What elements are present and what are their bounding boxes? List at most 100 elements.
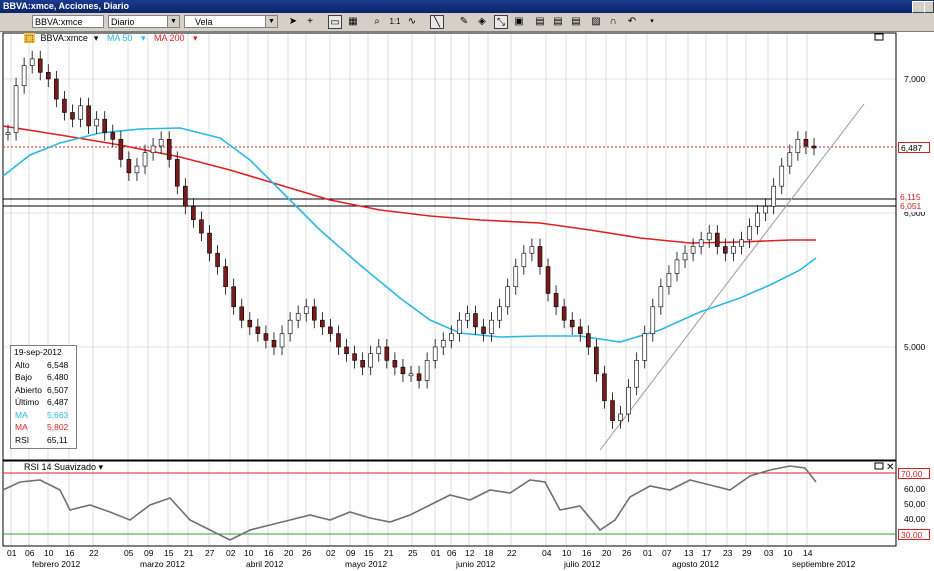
rsi-line (2, 465, 817, 541)
candle-body (54, 78, 59, 100)
info-row-label: Abierto (15, 384, 42, 395)
chevron-down-icon[interactable]: ▼ (265, 16, 277, 27)
image2-icon[interactable]: ▤ (551, 15, 565, 29)
cursor-icon[interactable]: ➤ (286, 15, 300, 29)
close-rsi-icon[interactable]: ✕ (886, 462, 894, 473)
candle-body (368, 353, 374, 368)
candle-body (787, 152, 793, 167)
candle-body (400, 366, 406, 375)
window-title: BBVA:xmce, Acciones, Diario (3, 1, 130, 11)
trendline-icon[interactable]: ╲ (430, 15, 444, 29)
candle-body (191, 206, 196, 221)
wave-icon[interactable]: ∿ (405, 15, 419, 29)
candle-body (142, 152, 148, 167)
image4-icon[interactable]: ▨ (589, 15, 603, 29)
chevron-down-icon[interactable]: ▼ (167, 16, 179, 27)
candle-body (763, 206, 768, 214)
image1-icon[interactable]: ▤ (533, 15, 547, 29)
x-month-label: febrero 2012 (32, 559, 81, 569)
candle-body (13, 85, 19, 133)
candle-body (78, 105, 83, 120)
candle-body (408, 373, 414, 377)
candle-body (706, 232, 712, 241)
candle-body (618, 413, 623, 421)
candle-body (287, 319, 293, 334)
x-day-label: 26 (302, 548, 312, 558)
candle-body (328, 326, 333, 334)
legend-ma50-label: MA 50 (106, 33, 133, 43)
info-row: Alto 6,548 (11, 359, 76, 372)
one-to-one-icon[interactable]: 1:1 (388, 15, 402, 29)
overflow-icon[interactable]: ▾ (645, 15, 659, 29)
chart-area[interactable]: ✕ (0, 32, 934, 571)
candles (5, 50, 817, 429)
x-day-label: 22 (507, 548, 517, 558)
x-day-label: 21 (184, 548, 194, 558)
x-day-label: 09 (144, 548, 154, 558)
window-icon[interactable]: ▭ (328, 15, 342, 29)
maximize-panel-icon[interactable] (874, 33, 884, 41)
info-row-value: 65,11 (47, 434, 68, 445)
crosshair-icon[interactable]: + (303, 15, 317, 29)
chevron-down-icon[interactable]: ▾ (94, 33, 99, 43)
info-row-label: RSI (15, 434, 30, 445)
magnet2-icon[interactable]: ∩ (606, 15, 620, 29)
info-row: Último 6,487 (11, 396, 76, 409)
x-month-label: septiembre 2012 (792, 559, 856, 569)
candle-body (610, 400, 615, 422)
period-value: Diario (111, 17, 135, 27)
candle-body (432, 346, 438, 361)
rsi-tag-30: 30,00 (898, 529, 930, 540)
legend-ma50[interactable]: MA 50 ▾ (107, 33, 146, 43)
candle-body (521, 252, 527, 267)
info-row: MA 5,802 (11, 421, 76, 434)
period-select[interactable]: Diario ▼ (108, 15, 180, 28)
image3-icon[interactable]: ▤ (569, 15, 583, 29)
candle-body (626, 386, 631, 415)
x-day-label: 18 (484, 548, 494, 558)
x-day-label: 06 (25, 548, 35, 558)
rsi-axis-50: 50,00 (904, 499, 926, 509)
chart-select-icon[interactable]: ▣ (512, 15, 526, 29)
info-row-label: MA (15, 422, 28, 432)
price-label-5000: 5,000 (904, 342, 926, 352)
x-day-label: 01 (431, 548, 441, 558)
candle-body (150, 145, 156, 153)
legend-ma200[interactable]: MA 200 ▾ (154, 33, 198, 43)
candle-body (247, 319, 253, 328)
symbol-combo[interactable]: BBVA:xmce (32, 15, 104, 28)
grid-icon[interactable]: ▦ (346, 15, 360, 29)
maximize-rsi-icon[interactable] (874, 462, 884, 470)
candle-body (739, 239, 744, 247)
candle-body (666, 272, 672, 287)
symbol-legend[interactable]: ⬚ (24, 33, 35, 43)
paint-icon[interactable]: ◈ (475, 15, 489, 29)
x-day-label: 25 (408, 548, 418, 558)
chart-type-value: Vela (195, 17, 213, 27)
candle-body (344, 346, 349, 354)
candle-body (352, 353, 357, 361)
magnet-icon[interactable]: ⤡ (494, 15, 508, 29)
candle-body (86, 105, 91, 127)
chart-type-select[interactable]: Vela ▼ (184, 15, 278, 28)
x-day-label: 16 (582, 548, 592, 558)
trend-line[interactable] (599, 103, 865, 451)
candle-body (166, 139, 172, 160)
x-day-label: 04 (542, 548, 552, 558)
candle-body (392, 360, 398, 368)
x-day-label: 10 (244, 548, 254, 558)
undo-icon[interactable]: ↶ (625, 15, 639, 29)
close-icon[interactable] (924, 1, 934, 13)
candle-body (481, 326, 486, 334)
price-chart[interactable]: ✕ (0, 32, 934, 571)
pencil-icon[interactable]: ✎ (457, 15, 471, 29)
legend-symbol[interactable]: BBVA:xmce (41, 33, 88, 43)
candle-body (215, 252, 220, 267)
x-day-label: 10 (562, 548, 572, 558)
candle-body (183, 185, 188, 207)
candle-body (70, 112, 75, 120)
rsi-legend[interactable]: RSI 14 Suavizado ▾ (24, 462, 103, 473)
x-day-label: 01 (7, 548, 17, 558)
candle-body (698, 239, 704, 247)
zoom-icon[interactable]: ⌕ (370, 15, 384, 29)
